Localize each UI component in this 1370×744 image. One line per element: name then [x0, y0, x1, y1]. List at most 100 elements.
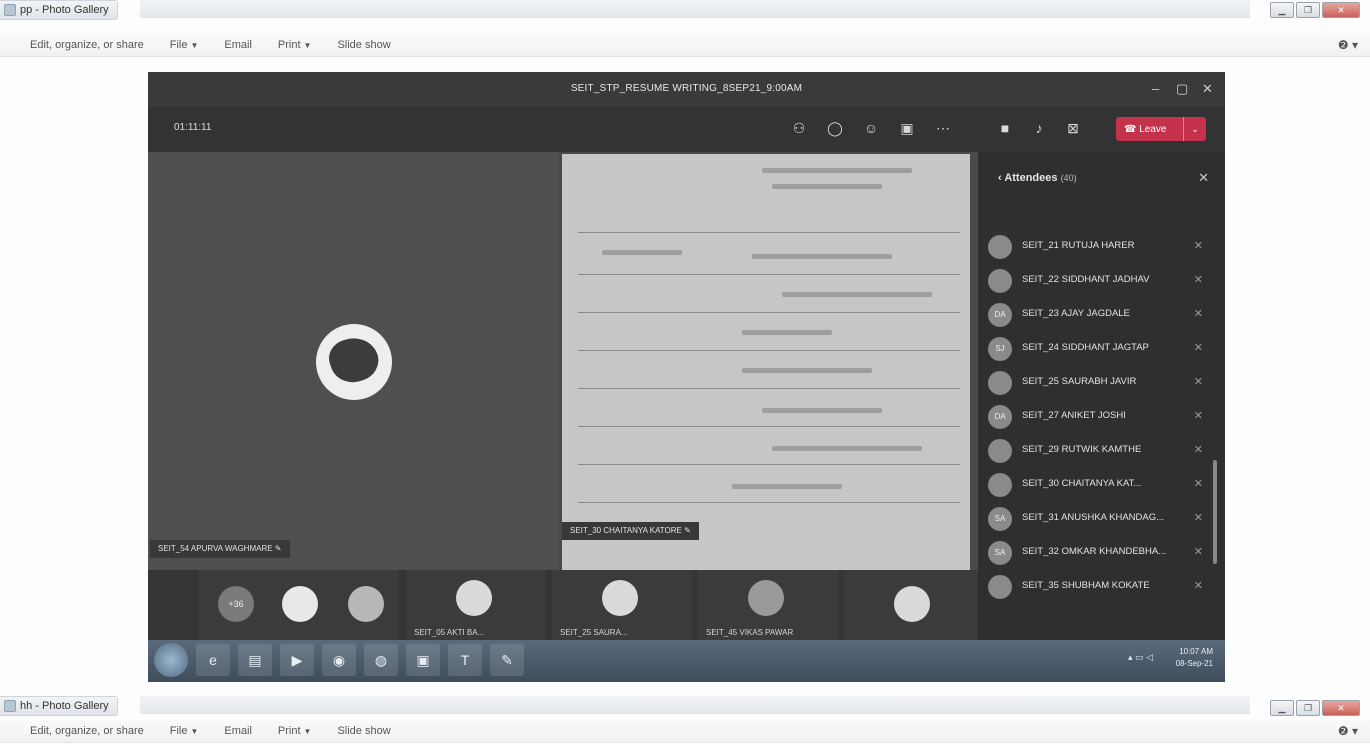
doc-rule	[578, 464, 960, 465]
attendee-name: SEIT_24 SIDDHANT JAGTAP	[1022, 342, 1149, 353]
menu-edit-organize[interactable]: Edit, organize, or share	[30, 725, 144, 737]
minimize-icon[interactable]: –	[1152, 72, 1159, 106]
menu-edit-organize[interactable]: Edit, organize, or share	[30, 39, 144, 51]
handwriting	[602, 250, 682, 255]
teams-icon[interactable]: T	[448, 644, 482, 676]
menu-print-label: Print	[277, 725, 301, 737]
attendee-row[interactable]: SEIT_35 SHUBHAM KOKATE ✕	[978, 570, 1225, 604]
more-participants-count[interactable]: +36	[218, 586, 254, 622]
mic-icon[interactable]: ♪	[1028, 118, 1050, 138]
restore-button[interactable]: ❐	[1296, 2, 1320, 18]
help-icon[interactable]: ❷ ▾	[1338, 724, 1358, 738]
react-icon[interactable]: ☺	[860, 118, 882, 138]
folder-icon[interactable]: ▤	[238, 644, 272, 676]
attendee-name: SEIT_23 AJAY JAGDALE	[1022, 308, 1130, 319]
participant-name: SEIT_25 SAURA...	[560, 628, 628, 637]
participant-tile[interactable]: SEIT_05 AKTI BA...	[406, 570, 546, 640]
participant-name-tag: SEIT_54 APURVA WAGHMARE ✎	[150, 540, 290, 558]
avatar: SA	[988, 507, 1012, 531]
restore-button[interactable]: ❐	[1296, 700, 1320, 716]
close-button[interactable]: ✕	[1322, 2, 1360, 18]
handwriting	[742, 368, 872, 373]
chrome-icon[interactable]: ◉	[322, 644, 356, 676]
attendees-header: ‹ Attendees (40)	[998, 172, 1077, 184]
menu-bar: Edit, organize, or share File ▼ Email Pri…	[0, 720, 1370, 743]
more-icon[interactable]: ⋯	[932, 118, 954, 138]
camera-icon[interactable]: ■	[994, 118, 1016, 138]
handwriting	[752, 254, 892, 259]
window-title-hh: hh - Photo Gallery	[0, 696, 118, 716]
participant-name: SEIT_05 AKTI BA...	[414, 628, 485, 637]
close-icon[interactable]: ✕	[1202, 72, 1213, 106]
mic-off-icon: ✕	[1193, 308, 1203, 320]
attendee-row[interactable]: SEIT_22 SIDDHANT JADHAV ✕	[978, 264, 1225, 298]
close-icon[interactable]: ✕	[1198, 170, 1209, 186]
leave-button[interactable]: ☎ Leave ⌄	[1116, 117, 1206, 141]
dropdown-caret-icon: ▼	[190, 41, 199, 50]
avatar: DA	[988, 303, 1012, 327]
teams-meeting-screenshot: SEIT_STP_RESUME WRITING_8SEP21_9:00AM – …	[148, 72, 1225, 682]
handwriting	[782, 292, 932, 297]
maximize-icon[interactable]: ▢	[1176, 72, 1188, 106]
system-clock[interactable]: 10:07 AM 08-Sep-21	[1176, 646, 1213, 670]
attendee-row[interactable]: SA SEIT_32 OMKAR KHANDEBHA... ✕	[978, 536, 1225, 570]
participant-tile[interactable]: SEIT_25 SAURA...	[552, 570, 692, 640]
participant-tile[interactable]	[844, 570, 978, 640]
window-title-text: hh - Photo Gallery	[20, 700, 109, 712]
meeting-titlebar: SEIT_STP_RESUME WRITING_8SEP21_9:00AM – …	[148, 72, 1225, 106]
avatar	[748, 580, 784, 616]
menu-print[interactable]: Print ▼	[278, 39, 312, 51]
minimize-button[interactable]: ▁	[1270, 700, 1294, 716]
menu-file[interactable]: File ▼	[170, 725, 199, 737]
minimize-button[interactable]: ▁	[1270, 2, 1294, 18]
mic-off-icon: ✕	[1193, 240, 1203, 252]
paint-icon[interactable]: ✎	[490, 644, 524, 676]
attendee-row[interactable]: SEIT_21 RUTUJA HARER ✕	[978, 230, 1225, 264]
menu-slideshow[interactable]: Slide show	[337, 39, 390, 51]
attendee-row[interactable]: SJ SEIT_24 SIDDHANT JAGTAP ✕	[978, 332, 1225, 366]
avatar	[282, 586, 318, 622]
menu-file[interactable]: File ▼	[170, 39, 199, 51]
start-button[interactable]	[154, 643, 188, 677]
mic-off-icon: ✕	[1193, 478, 1203, 490]
share-icon[interactable]: ⊠	[1062, 118, 1084, 138]
attendee-row[interactable]: DA SEIT_23 AJAY JAGDALE ✕	[978, 298, 1225, 332]
help-icon[interactable]: ❷ ▾	[1338, 38, 1358, 52]
avatar: DA	[988, 405, 1012, 429]
doc-rule	[578, 350, 960, 351]
doc-rule	[578, 312, 960, 313]
attendee-row[interactable]: SA SEIT_31 ANUSHKA KHANDAG... ✕	[978, 502, 1225, 536]
participant-tile[interactable]: SEIT_45 VIKAS PAWAR	[698, 570, 838, 640]
tray-icons[interactable]: ▴ ▭ ◁	[1128, 652, 1153, 663]
attendee-row[interactable]: SEIT_29 RUTWIK KAMTHE ✕	[978, 434, 1225, 468]
app-icon[interactable]: ◍	[364, 644, 398, 676]
windows-taskbar: e ▤ ▶ ◉ ◍ ▣ T ✎ ▴ ▭ ◁ 10:07 AM 08-Sep-21	[148, 640, 1225, 682]
chevron-down-icon[interactable]: ⌄	[1183, 117, 1206, 141]
overflow-tile[interactable]: +36	[198, 570, 398, 640]
menu-slideshow[interactable]: Slide show	[337, 725, 390, 737]
attendee-row[interactable]: SEIT_25 SAURABH JAVIR ✕	[978, 366, 1225, 400]
media-icon[interactable]: ▶	[280, 644, 314, 676]
chat-icon[interactable]: ◯	[824, 118, 846, 138]
attendee-row[interactable]: SEIT_30 CHAITANYA KAT... ✕	[978, 468, 1225, 502]
rooms-icon[interactable]: ▣	[896, 118, 918, 138]
clock-time: 10:07 AM	[1179, 647, 1213, 656]
menu-email[interactable]: Email	[224, 725, 252, 737]
mic-off-icon: ✕	[1193, 546, 1203, 558]
leave-label: ☎ Leave	[1124, 123, 1167, 135]
menu-print[interactable]: Print ▼	[278, 725, 312, 737]
attendee-row[interactable]: DA SEIT_27 ANIKET JOSHI ✕	[978, 400, 1225, 434]
attendees-panel: ‹ Attendees (40) ✕ SEIT_21 RUTUJA HARER ✕…	[978, 152, 1225, 682]
people-icon[interactable]: ⚇	[788, 118, 810, 138]
gallery-icon[interactable]: ▣	[406, 644, 440, 676]
menu-email[interactable]: Email	[224, 39, 252, 51]
mic-off-icon: ✕	[1193, 376, 1203, 388]
attendee-name: SEIT_27 ANIKET JOSHI	[1022, 410, 1126, 421]
attendee-name: SEIT_21 RUTUJA HARER	[1022, 240, 1135, 251]
window-controls: ▁ ❐ ✕	[1270, 2, 1360, 18]
close-button[interactable]: ✕	[1322, 700, 1360, 716]
scrollbar[interactable]	[1213, 460, 1217, 564]
menu-bar: Edit, organize, or share File ▼ Email Pri…	[0, 34, 1370, 57]
ie-icon[interactable]: e	[196, 644, 230, 676]
menu-print-label: Print	[277, 39, 301, 51]
